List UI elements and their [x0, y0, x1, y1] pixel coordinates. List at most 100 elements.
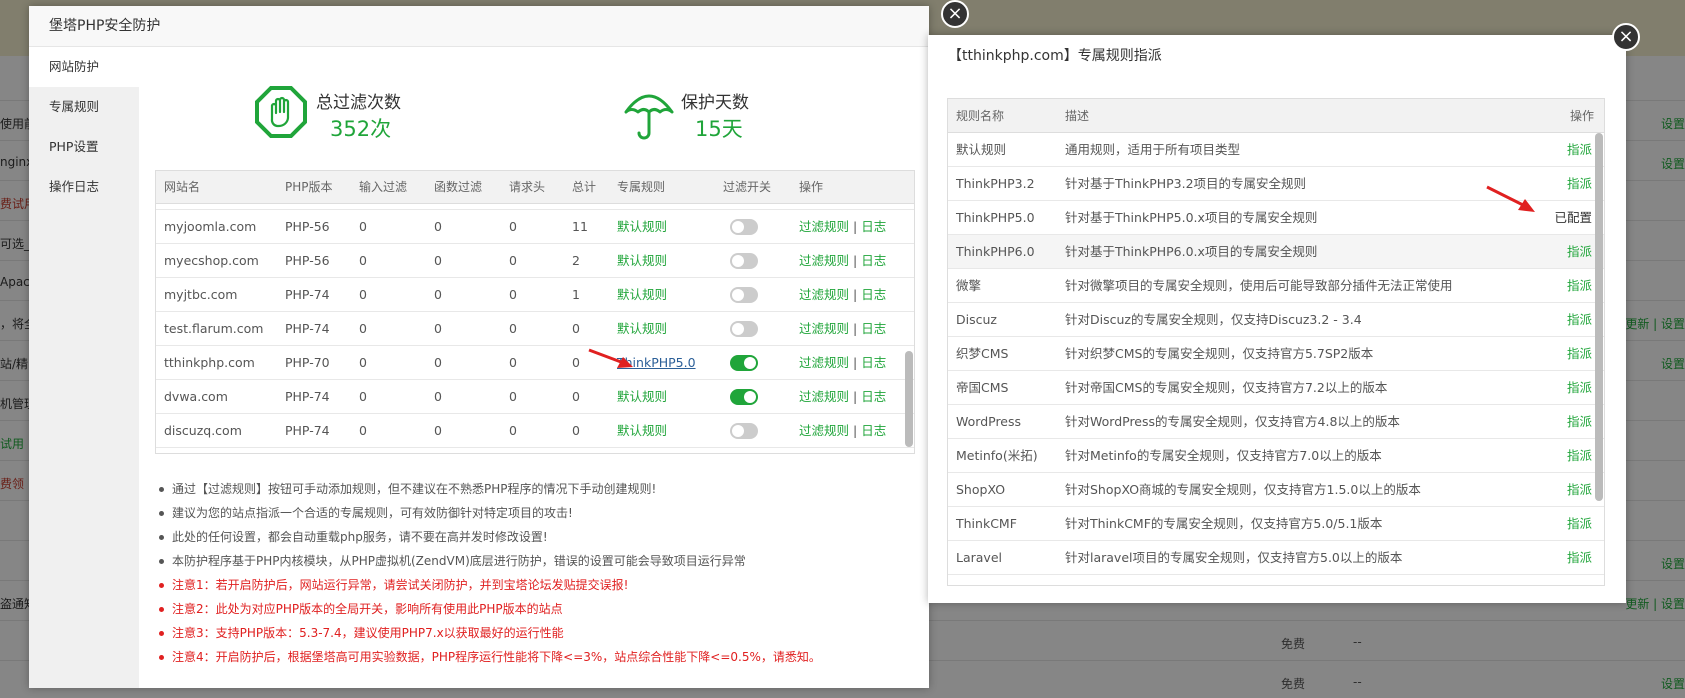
log-link[interactable]: 日志 — [861, 389, 886, 404]
cell-func: 0 — [434, 321, 442, 336]
cell-site: discuzq.com — [164, 423, 242, 438]
cell-input: 0 — [359, 219, 367, 234]
assign-button[interactable]: 指派 — [1567, 371, 1592, 405]
exclusive-rule-link[interactable]: 默认规则 — [617, 312, 667, 346]
log-link[interactable]: 日志 — [861, 321, 886, 336]
log-link[interactable]: 日志 — [861, 287, 886, 302]
note-item: 建议为您的站点指派一个合适的专属规则，可有效防御针对特定项目的攻击! — [157, 501, 917, 525]
assign-button[interactable]: 指派 — [1567, 507, 1592, 541]
cell-site: myecshop.com — [164, 253, 259, 268]
table-row: Metinfo(米拓) 针对Metinfo的专属安全规则，仅支持官方7.0以上的版… — [948, 439, 1604, 473]
cell-header: 0 — [509, 321, 517, 336]
modal-body: 总过滤次数 352次 保护天数 15天 网站名 PHP版本 输入过滤 函数过滤 … — [139, 47, 929, 688]
red-arrow-icon — [588, 348, 633, 368]
filter-toggle[interactable] — [730, 423, 758, 439]
sidebar-item-php-settings[interactable]: PHP设置 — [29, 127, 139, 167]
filter-rules-link[interactable]: 过滤规则 — [799, 389, 849, 404]
note-item: 本防护程序基于PHP内核模块，从PHP虚拟机(ZendVM)底层进行防护，错误的… — [157, 549, 917, 573]
assign-button[interactable]: 指派 — [1567, 167, 1592, 201]
filter-toggle[interactable] — [730, 321, 758, 337]
log-link[interactable]: 日志 — [861, 423, 886, 438]
assign-button[interactable]: 指派 — [1567, 439, 1592, 473]
assign-button[interactable]: 指派 — [1567, 405, 1592, 439]
rule-table-header: 规则名称 描述 操作 — [948, 99, 1604, 133]
log-link[interactable]: 日志 — [861, 355, 886, 370]
sidebar-item-exclusive-rules[interactable]: 专属规则 — [29, 87, 139, 127]
exclusive-rule-link[interactable]: 默认规则 — [617, 278, 667, 312]
assign-button[interactable]: 指派 — [1567, 473, 1592, 507]
col-exclusive-rule: 专属规则 — [617, 180, 666, 194]
row-actions: 过滤规则 | 日志 — [799, 380, 886, 414]
assign-button[interactable]: 指派 — [1567, 235, 1592, 269]
assign-button[interactable]: 指派 — [1567, 541, 1592, 575]
action-separator: | — [853, 389, 858, 404]
exclusive-rule-link[interactable]: 默认规则 — [617, 244, 667, 278]
filter-toggle[interactable] — [730, 355, 758, 371]
filter-rules-link[interactable]: 过滤规则 — [799, 423, 849, 438]
cell-header: 0 — [509, 355, 517, 370]
rule-name: ThinkPHP5.0 — [956, 210, 1035, 225]
assign-button[interactable]: 指派 — [1567, 303, 1592, 337]
rule-name: ThinkPHP3.2 — [956, 176, 1035, 191]
table-row: myecshop.com PHP-56 0 0 0 2 默认规则 过滤规则 | 日志 — [156, 244, 914, 278]
rule-description: 针对laravel项目的专属安全规则，仅支持官方5.0以上的版本 — [1065, 550, 1403, 565]
filter-rules-link[interactable]: 过滤规则 — [799, 219, 849, 234]
exclusive-rule-link[interactable]: 默认规则 — [617, 380, 667, 414]
cell-site: test.flarum.com — [164, 321, 264, 336]
row-actions: 过滤规则 | 日志 — [799, 244, 886, 278]
note-item: 注意3：支持PHP版本：5.3-7.4，建议使用PHP7.x以获取最好的运行性能 — [157, 621, 917, 645]
cell-php: PHP-74 — [285, 423, 330, 438]
filter-toggle[interactable] — [730, 219, 758, 235]
rule-table: 规则名称 描述 操作 默认规则 通用规则，适用于所有项目类型 指派 ThinkPHP3… — [947, 98, 1605, 586]
row-actions: 过滤规则 | 日志 — [799, 414, 886, 448]
rule-name: Discuz — [956, 312, 997, 327]
filter-toggle[interactable] — [730, 253, 758, 269]
filter-rules-link[interactable]: 过滤规则 — [799, 355, 849, 370]
table-row: 织梦CMS 针对织梦CMS的专属安全规则，仅支持官方5.7SP2版本 指派 — [948, 337, 1604, 371]
sidebar-item-operation-log[interactable]: 操作日志 — [29, 167, 139, 207]
cell-input: 0 — [359, 321, 367, 336]
total-filter-label: 总过滤次数 — [316, 93, 401, 113]
note-item: 注意2：此处为对应PHP版本的全局开关，影响所有使用此PHP版本的站点 — [157, 597, 917, 621]
row-actions: 过滤规则 | 日志 — [799, 312, 886, 346]
total-filter-value: 352次 — [330, 117, 392, 141]
cell-func: 0 — [434, 355, 442, 370]
table-scrollbar[interactable] — [905, 351, 913, 447]
rule-description: 针对基于ThinkPHP5.0.x项目的专属安全规则 — [1065, 210, 1318, 225]
table-row: dvwa.com PHP-74 0 0 0 0 默认规则 过滤规则 | 日志 — [156, 380, 914, 414]
exclusive-rule-link[interactable]: 默认规则 — [617, 414, 667, 448]
filter-toggle[interactable] — [730, 389, 758, 405]
filter-toggle[interactable] — [730, 287, 758, 303]
log-link[interactable]: 日志 — [861, 253, 886, 268]
cell-func: 0 — [434, 287, 442, 302]
close-icon[interactable]: × — [941, 0, 969, 28]
table-row: 帝国CMS 针对帝国CMS的专属安全规则，仅支持官方7.2以上的版本 指派 — [948, 371, 1604, 405]
table-scrollbar[interactable] — [1595, 133, 1603, 501]
table-row: tthinkphp.com PHP-70 0 0 0 0 ThinkPHP5.0 过滤规则 |… — [156, 346, 914, 380]
cell-header: 0 — [509, 253, 517, 268]
cell-input: 0 — [359, 253, 367, 268]
rule-name: Metinfo(米拓) — [956, 448, 1038, 463]
sidebar-item-site-protection[interactable]: 网站防护 — [29, 47, 139, 87]
col-actions: 操作 — [799, 180, 824, 194]
filter-rules-link[interactable]: 过滤规则 — [799, 287, 849, 302]
rule-description: 针对WordPress的专属安全规则，仅支持官方4.8以上的版本 — [1065, 414, 1400, 429]
rule-name: 默认规则 — [956, 142, 1007, 157]
cell-input: 0 — [359, 389, 367, 404]
table-row: discuzq.com PHP-74 0 0 0 0 默认规则 过滤规则 | 日志 — [156, 414, 914, 448]
filter-rules-link[interactable]: 过滤规则 — [799, 321, 849, 336]
assign-button[interactable]: 指派 — [1567, 269, 1592, 303]
assign-button[interactable]: 指派 — [1567, 337, 1592, 371]
exclusive-rule-link[interactable]: 默认规则 — [617, 210, 667, 244]
cell-func: 0 — [434, 423, 442, 438]
assign-button[interactable]: 指派 — [1567, 133, 1592, 167]
log-link[interactable]: 日志 — [861, 219, 886, 234]
cell-header: 0 — [509, 423, 517, 438]
close-icon[interactable]: × — [1612, 23, 1640, 51]
protection-days-value: 15天 — [695, 117, 743, 141]
protection-days-label: 保护天数 — [681, 93, 749, 113]
cell-site: myjtbc.com — [164, 287, 238, 302]
action-separator: | — [853, 423, 858, 438]
filter-rules-link[interactable]: 过滤规则 — [799, 253, 849, 268]
cell-php: PHP-74 — [285, 389, 330, 404]
